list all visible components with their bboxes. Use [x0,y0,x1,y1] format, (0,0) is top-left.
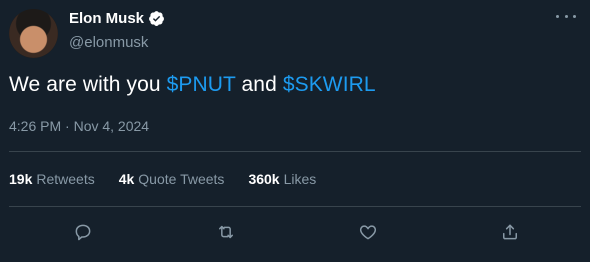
verified-badge-icon [149,11,164,26]
share-button[interactable] [498,220,522,244]
tweet-text-part: We are with you [9,73,167,96]
divider [9,206,581,207]
retweets-label: Retweets [36,171,95,187]
author-name-row: Elon Musk [69,10,165,27]
quotes-count: 4k [118,171,135,187]
likes-label: Likes [283,171,317,187]
like-icon [359,225,377,240]
quotes-label: Quote Tweets [138,171,225,187]
like-button[interactable] [356,220,380,244]
action-bar [0,220,590,244]
retweets-stat[interactable]: 19k Retweets [9,171,95,187]
tweet-text-part: and [235,73,283,96]
tweet-stats: 19k Retweets 4k Quote Tweets 360k Likes [9,171,340,187]
author-handle[interactable]: @elonmusk [69,34,148,51]
avatar[interactable] [9,9,58,58]
author-display-name[interactable]: Elon Musk [69,10,144,27]
likes-stat[interactable]: 360k Likes [248,171,316,187]
likes-count: 360k [248,171,280,187]
reply-icon [75,224,91,241]
retweet-button[interactable] [214,220,238,244]
tweet-text: We are with you $PNUT and $SKWIRL [9,72,376,98]
cashtag-link[interactable]: $PNUT [167,73,236,96]
quotes-stat[interactable]: 4k Quote Tweets [119,171,225,187]
share-icon [503,224,517,240]
tweet-timestamp[interactable]: 4:26 PM · Nov 4, 2024 [9,118,149,134]
retweets-count: 19k [9,171,33,187]
cashtag-link[interactable]: $SKWIRL [283,73,376,96]
more-options-icon[interactable] [556,10,576,22]
divider [9,151,581,152]
retweet-icon [219,225,233,239]
reply-button[interactable] [71,220,95,244]
